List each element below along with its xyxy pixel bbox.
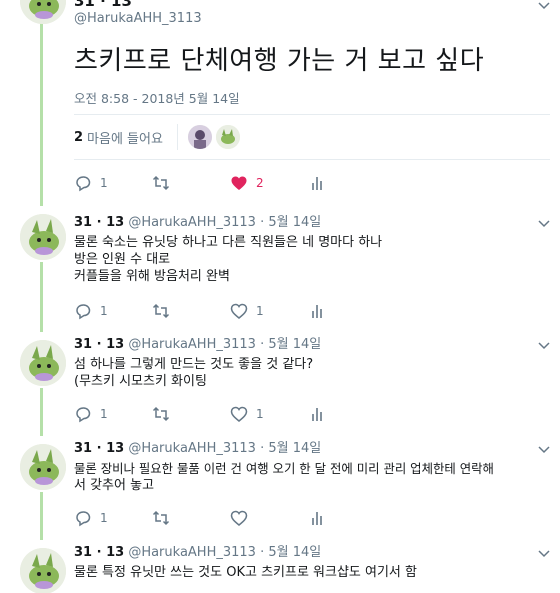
display-name[interactable]: 31 · 13 [74,337,124,352]
tweet-actions: 1 1 [74,404,386,424]
reply-button[interactable]: 1 [74,405,152,423]
tweet-text: 물론 숙소는 유닛당 하나고 다른 직원들은 네 명마다 하나 방은 인원 수 … [74,234,552,285]
retweet-icon [152,175,170,191]
display-name[interactable]: 31 · 13 [74,0,202,10]
liker-avatar[interactable] [215,125,240,149]
analytics-icon [312,305,322,318]
heart-icon [230,510,248,526]
reply-icon [76,176,91,192]
retweet-button[interactable] [152,509,230,527]
tweet-actions: 1 2 [74,173,386,193]
tweet-header: 31 · 13 @HarukaAHH_3113 · 5월 14일 [74,337,321,353]
retweet-button[interactable] [152,174,230,192]
reply-count: 1 [100,304,108,318]
reply-icon [76,407,91,423]
retweet-icon [152,406,170,422]
like-count: 1 [256,407,264,421]
tweet-date[interactable]: 5월 14일 [268,215,321,230]
reply-count: 1 [100,511,108,525]
tweet-text-line: 방은 인원 수 대로 [74,252,171,267]
likes-count[interactable]: 2 [74,130,83,145]
tweet-text-line: 섬 하나를 그렇게 만드는 것도 좋을 것 같다? [74,357,314,372]
avatar[interactable] [20,548,66,593]
tweet-text: 츠키프로 단체여행 가는 거 보고 싶다 [74,46,485,76]
like-count: 1 [256,304,264,318]
tweet-actions: 1 [74,508,386,528]
analytics-icon [312,512,322,525]
likes-label[interactable]: 마음에 들어요 [87,128,163,147]
thread-line [40,262,43,332]
tweet-text: 물론 특정 유닛만 쓰는 것도 OK고 츠키프로 워크샵도 여기서 함 [74,564,552,581]
tweet-text-line: 서 갖추어 놓고 [74,478,155,493]
liker-avatar[interactable] [187,125,212,149]
avatar[interactable] [20,0,66,24]
heart-icon [230,303,248,319]
tweet-header: 31 · 13 @HarukaAHH_3113 · 5월 14일 [74,441,321,457]
analytics-button[interactable] [308,405,386,423]
divider [176,124,178,150]
display-name[interactable]: 31 · 13 [74,441,124,456]
chevron-down-icon[interactable] [538,342,550,350]
tweet-date[interactable]: 5월 14일 [268,441,321,456]
retweet-icon [152,303,170,319]
thread-line [40,20,43,206]
tweet-timestamp[interactable]: 오전 8:58 - 2018년 5월 14일 [74,88,240,107]
reply-icon [76,511,91,527]
likes-summary: 2 마음에 들어요 [74,114,550,160]
display-name[interactable]: 31 · 13 [74,545,124,560]
tweet-text-line: (무츠키 시모츠키 화이팅 [74,374,207,389]
tweet-header: 31 · 13 @HarukaAHH_3113 · 5월 14일 [74,545,321,561]
thread-line [40,492,43,540]
avatar[interactable] [20,340,66,386]
thread-line [40,388,43,436]
analytics-icon [312,177,322,190]
reply-count: 1 [100,407,108,421]
heart-icon [230,406,248,422]
tweet-header: 31 · 13 @HarukaAHH_3113 · 5월 14일 [74,215,321,231]
chevron-down-icon[interactable] [538,2,550,10]
tweet-date[interactable]: 5월 14일 [268,337,321,352]
tweet-text-line: 커플들을 위해 방음처리 완벽 [74,269,230,284]
tweet-text-line: 물론 특정 유닛만 쓰는 것도 OK고 츠키프로 워크샵도 여기서 함 [74,565,417,580]
display-name[interactable]: 31 · 13 [74,215,124,230]
tweet-text: 물론 장비나 필요한 물품 이런 건 여행 오기 한 달 전에 미리 관리 업체… [74,460,552,494]
retweet-icon [152,510,170,526]
like-button[interactable]: 1 [230,405,308,423]
username[interactable]: @HarukaAHH_3113 [128,545,256,560]
like-button[interactable]: 2 [230,174,308,192]
like-button[interactable] [230,509,308,527]
username[interactable]: @HarukaAHH_3113 [128,337,256,352]
username[interactable]: @HarukaAHH_3113 [74,10,202,28]
retweet-button[interactable] [152,405,230,423]
username[interactable]: @HarukaAHH_3113 [128,441,256,456]
reply-button[interactable]: 1 [74,509,152,527]
username[interactable]: @HarukaAHH_3113 [128,215,256,230]
tweet-date[interactable]: 5월 14일 [268,545,321,560]
like-count: 2 [256,176,264,190]
tweet-text: 섬 하나를 그렇게 만드는 것도 좋을 것 같다? (무츠키 시모츠키 화이팅 [74,356,552,390]
avatar[interactable] [20,444,66,490]
tweet-text-line: 물론 숙소는 유닛당 하나고 다른 직원들은 네 명마다 하나 [74,235,383,250]
reply-count: 1 [100,176,108,190]
avatar[interactable] [20,214,66,260]
reply-button[interactable]: 1 [74,174,152,192]
chevron-down-icon[interactable] [538,220,550,228]
heart-icon [231,176,247,190]
chevron-down-icon[interactable] [538,446,550,454]
analytics-button[interactable] [308,509,386,527]
reply-button[interactable]: 1 [74,302,152,320]
reply-icon [76,304,91,320]
analytics-button[interactable] [308,302,386,320]
tweet-actions: 1 1 [74,301,386,321]
retweet-button[interactable] [152,302,230,320]
analytics-icon [312,408,322,421]
chevron-down-icon[interactable] [538,550,550,558]
analytics-button[interactable] [308,174,386,192]
tweet-text-line: 물론 장비나 필요한 물품 이런 건 여행 오기 한 달 전에 미리 관리 업체… [74,461,494,476]
like-button[interactable]: 1 [230,302,308,320]
